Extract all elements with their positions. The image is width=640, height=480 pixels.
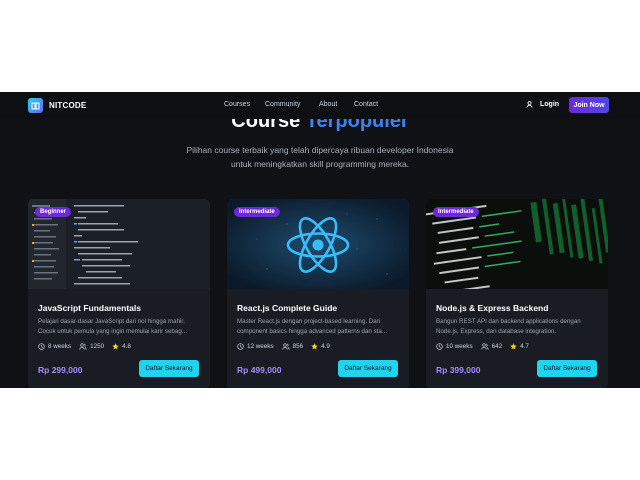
login-label: Login xyxy=(540,101,560,108)
subtitle-line-2: untuk meningkatkan skill programming mer… xyxy=(230,159,410,169)
course-thumbnail-react-logo: Intermediate xyxy=(227,199,409,289)
duration-value: 8 weeks xyxy=(48,343,72,350)
users-icon xyxy=(480,343,489,350)
brand-name: NITCODE xyxy=(49,101,87,110)
enroll-button[interactable]: Daftar Sekarang xyxy=(537,360,597,377)
users-icon xyxy=(79,343,87,350)
login-link[interactable]: Login xyxy=(526,101,559,108)
course-rating: 4.7 xyxy=(510,343,529,350)
course-meta: 10 weeks 642 4.7 xyxy=(436,343,529,350)
course-title: JavaScript Fundamentals xyxy=(38,303,141,313)
course-price: Rp 299,000 xyxy=(38,365,83,375)
level-badge: Intermediate xyxy=(234,207,280,217)
course-meta: 12 weeks 856 4.9 xyxy=(237,343,330,350)
level-badge: Intermediate xyxy=(433,207,479,217)
star-icon xyxy=(510,343,517,350)
book-icon xyxy=(28,98,43,113)
course-duration: 12 weeks xyxy=(237,343,274,350)
course-duration: 8 weeks xyxy=(38,343,71,350)
duration-value: 10 weeks xyxy=(446,343,473,350)
clock-icon xyxy=(38,343,45,350)
user-icon xyxy=(526,101,533,108)
rating-value: 4.9 xyxy=(321,343,330,350)
users-icon xyxy=(281,343,290,350)
clock-icon xyxy=(237,343,244,350)
subtitle-line-1: Pilihan course terbaik yang telah diperc… xyxy=(186,145,454,155)
nav-link-community[interactable]: Community xyxy=(265,101,300,108)
enroll-button[interactable]: Daftar Sekarang xyxy=(139,360,199,377)
clock-icon xyxy=(436,343,443,350)
join-now-button[interactable]: Join Now xyxy=(569,97,609,113)
nav-link-courses[interactable]: Courses xyxy=(224,101,250,108)
duration-value: 12 weeks xyxy=(247,343,274,350)
course-price: Rp 399,000 xyxy=(436,365,481,375)
rating-value: 4.7 xyxy=(520,343,529,350)
star-icon xyxy=(311,343,318,350)
course-students: 642 xyxy=(480,343,503,350)
enroll-button[interactable]: Daftar Sekarang xyxy=(338,360,398,377)
course-card-javascript[interactable]: Beginner JavaScript Fundamentals Pelajar… xyxy=(28,199,210,388)
course-card-nodejs[interactable]: Intermediate Node.js & Express Backend B… xyxy=(426,199,608,388)
course-students: 1250 xyxy=(79,343,104,350)
nav-link-contact[interactable]: Contact xyxy=(354,101,378,108)
course-meta: 8 weeks 1250 4.8 xyxy=(38,343,131,350)
section-subtitle: Pilihan course terbaik yang telah diperc… xyxy=(150,143,490,171)
course-rating: 4.8 xyxy=(112,343,131,350)
course-card-react[interactable]: Intermediate React.js Complete Guide Mas… xyxy=(227,199,409,388)
rating-value: 4.8 xyxy=(122,343,131,350)
course-duration: 10 weeks xyxy=(436,343,473,350)
course-title: React.js Complete Guide xyxy=(237,303,338,313)
nav-link-about[interactable]: About xyxy=(319,101,337,108)
course-description: Master React.js dengan project-based lea… xyxy=(237,318,387,335)
course-rating: 4.9 xyxy=(311,343,330,350)
course-description: Bangun REST API dan backend applications… xyxy=(436,318,581,335)
star-icon xyxy=(112,343,119,350)
course-students: 856 xyxy=(281,343,304,350)
course-price: Rp 499,000 xyxy=(237,365,282,375)
course-thumbnail-terminal-code: Intermediate xyxy=(426,199,608,289)
course-title: Node.js & Express Backend xyxy=(436,303,549,313)
course-thumbnail-code-editor: Beginner xyxy=(28,199,210,289)
navbar: NITCODE Courses Community About Contact … xyxy=(0,92,640,119)
level-badge: Beginner xyxy=(35,207,72,217)
course-description: Pelajari dasar-dasar JavaScript dari nol… xyxy=(38,318,187,335)
students-value: 856 xyxy=(292,343,304,350)
brand[interactable]: NITCODE xyxy=(28,98,86,113)
page-viewport: NITCODE Courses Community About Contact … xyxy=(0,92,640,388)
students-value: 1250 xyxy=(90,343,105,350)
students-value: 642 xyxy=(491,343,503,350)
